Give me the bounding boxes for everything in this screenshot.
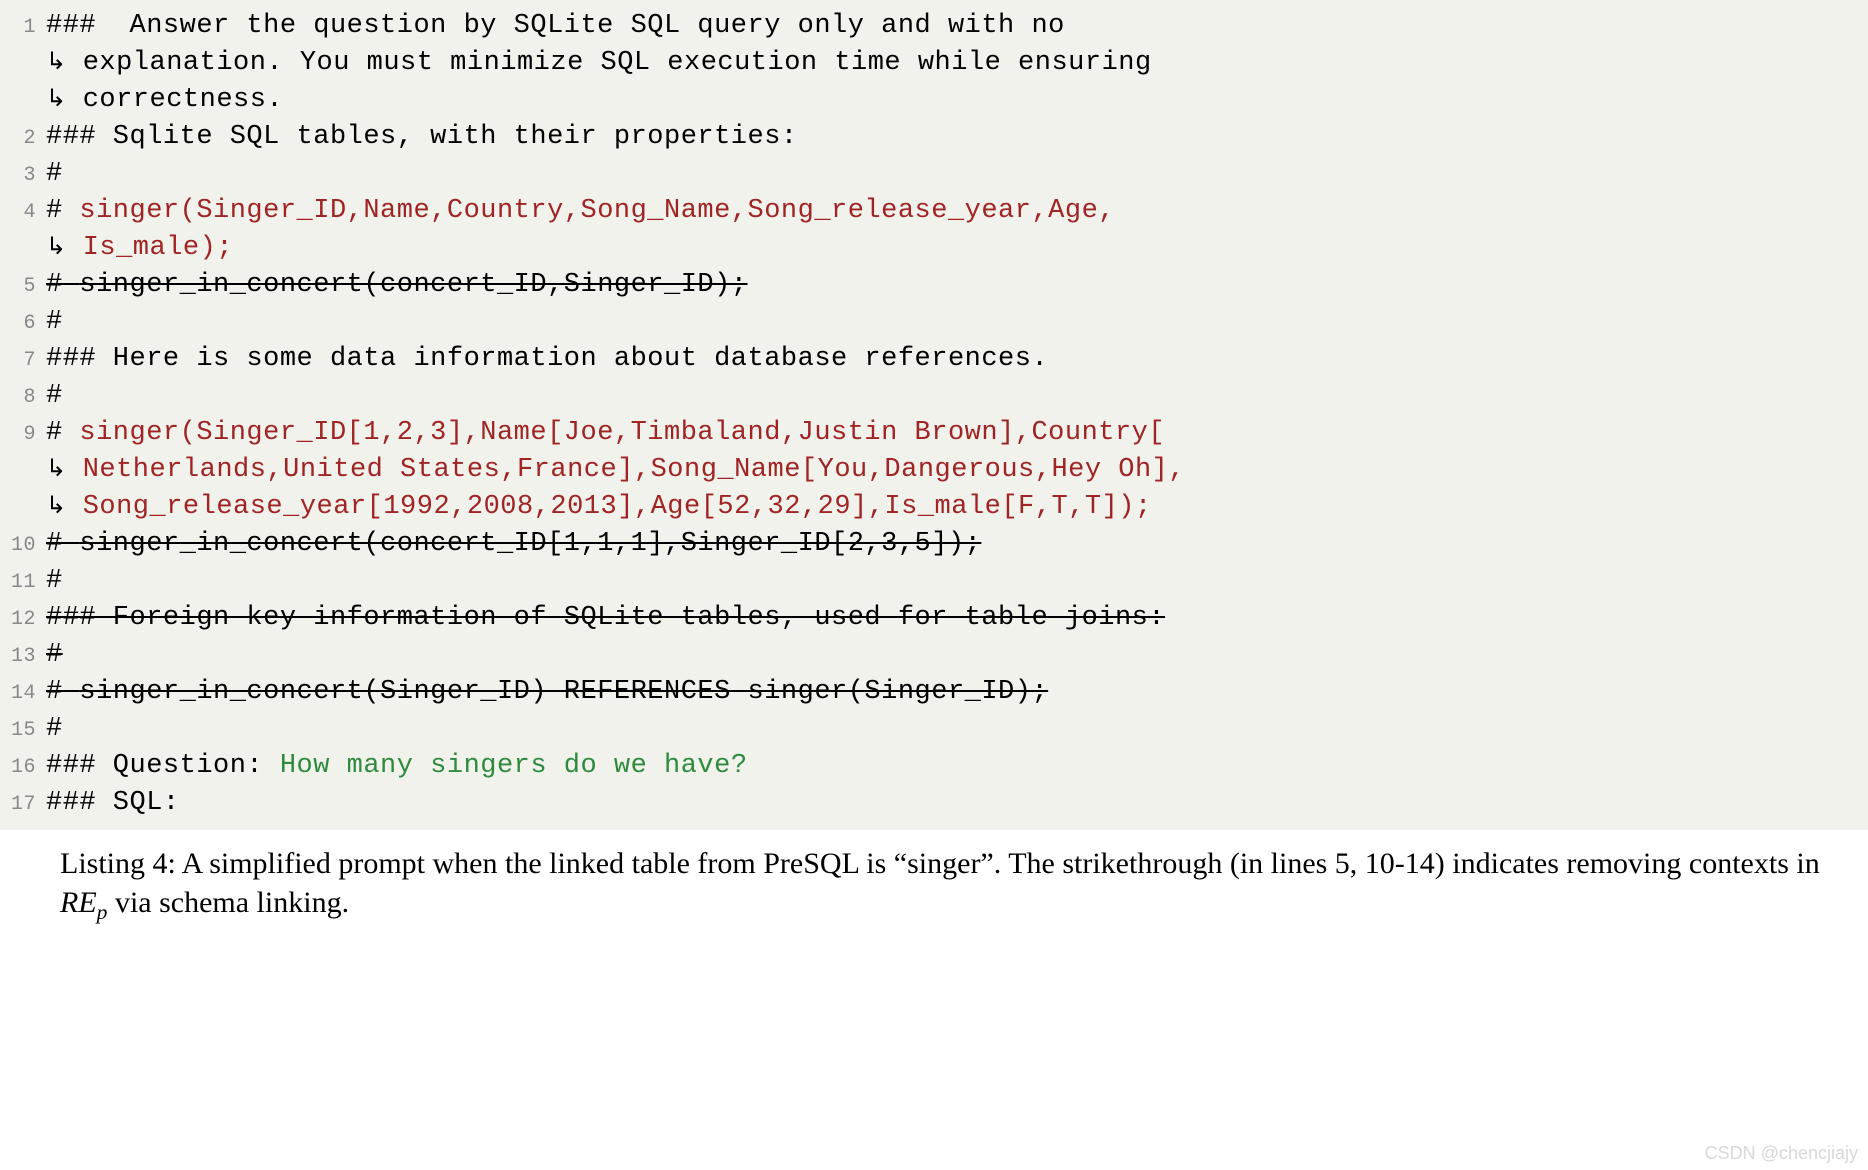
line-number: 2 [2, 125, 40, 152]
code-text: ### Foreign key information of SQLite ta… [40, 600, 1165, 637]
line-number: 3 [2, 162, 40, 189]
code-line-4: 4 # singer(Singer_ID,Name,Country,Song_N… [2, 193, 1860, 230]
code-text: # [40, 637, 63, 674]
code-text: # [40, 156, 63, 193]
line-number: 6 [2, 310, 40, 337]
code-text: ↳ explanation. You must minimize SQL exe… [40, 45, 1152, 82]
code-line-1-cont: ↳ explanation. You must minimize SQL exe… [2, 45, 1860, 82]
code-line-5: 5 # singer_in_concert(concert_ID,Singer_… [2, 267, 1860, 304]
code-line-13: 13 # [2, 637, 1860, 674]
code-text: ### SQL: [40, 785, 180, 822]
code-text: # [40, 711, 63, 748]
line-number: 5 [2, 273, 40, 300]
line-number: 8 [2, 384, 40, 411]
caption-text: Listing 4: A simplified prompt when the … [60, 847, 1820, 880]
code-text: # singer(Singer_ID,Name,Country,Song_Nam… [40, 193, 1115, 230]
line-number: 14 [2, 680, 40, 707]
line-number: 9 [2, 421, 40, 448]
code-line-10: 10 # singer_in_concert(concert_ID[1,1,1]… [2, 526, 1860, 563]
code-text: # singer(Singer_ID[1,2,3],Name[Joe,Timba… [40, 415, 1165, 452]
line-number: 7 [2, 347, 40, 374]
line-number: 10 [2, 532, 40, 559]
code-line-17: 17 ### SQL: [2, 785, 1860, 822]
code-line-1-cont: ↳ correctness. [2, 82, 1860, 119]
code-text: ### Here is some data information about … [40, 341, 1048, 378]
code-line-2: 2 ### Sqlite SQL tables, with their prop… [2, 119, 1860, 156]
code-text: ↳ Is_male); [40, 230, 233, 267]
code-line-9: 9 # singer(Singer_ID[1,2,3],Name[Joe,Tim… [2, 415, 1860, 452]
code-listing: 1 ### Answer the question by SQLite SQL … [0, 0, 1868, 830]
code-line-16: 16 ### Question: How many singers do we … [2, 748, 1860, 785]
line-number: 15 [2, 717, 40, 744]
code-text: # [40, 304, 63, 341]
code-line-1: 1 ### Answer the question by SQLite SQL … [2, 8, 1860, 45]
code-line-3: 3 # [2, 156, 1860, 193]
line-number: 16 [2, 754, 40, 781]
code-text: ↳ Netherlands,United States,France],Song… [40, 452, 1185, 489]
line-number: 4 [2, 199, 40, 226]
code-line-14: 14 # singer_in_concert(Singer_ID) REFERE… [2, 674, 1860, 711]
continuation-arrow-icon: ↳ [46, 490, 66, 523]
code-line-9-cont: ↳ Song_release_year[1992,2008,2013],Age[… [2, 489, 1860, 526]
continuation-arrow-icon: ↳ [46, 231, 66, 264]
math-subscript: p [97, 900, 108, 924]
code-text: # singer_in_concert(Singer_ID) REFERENCE… [40, 674, 1048, 711]
code-line-6: 6 # [2, 304, 1860, 341]
continuation-arrow-icon: ↳ [46, 46, 66, 79]
code-text: # [40, 378, 63, 415]
code-text: # singer_in_concert(concert_ID,Singer_ID… [40, 267, 748, 304]
line-number: 13 [2, 643, 40, 670]
code-line-8: 8 # [2, 378, 1860, 415]
code-text: ↳ correctness. [40, 82, 283, 119]
code-line-12: 12 ### Foreign key information of SQLite… [2, 600, 1860, 637]
code-line-15: 15 # [2, 711, 1860, 748]
code-line-9-cont: ↳ Netherlands,United States,France],Song… [2, 452, 1860, 489]
line-number: 11 [2, 569, 40, 596]
watermark-text: CSDN @chencjiajy [1705, 1143, 1858, 1164]
continuation-arrow-icon: ↳ [46, 453, 66, 486]
caption-suffix: via schema linking. [107, 886, 349, 919]
line-number: 17 [2, 791, 40, 818]
continuation-arrow-icon: ↳ [46, 83, 66, 116]
line-number: 12 [2, 606, 40, 633]
code-text: ### Question: How many singers do we hav… [40, 748, 748, 785]
code-text: ### Sqlite SQL tables, with their proper… [40, 119, 798, 156]
line-number: 1 [2, 14, 40, 41]
code-line-11: 11 # [2, 563, 1860, 600]
code-line-4-cont: ↳ Is_male); [2, 230, 1860, 267]
math-variable: RE [60, 886, 97, 919]
code-line-7: 7 ### Here is some data information abou… [2, 341, 1860, 378]
code-text: ↳ Song_release_year[1992,2008,2013],Age[… [40, 489, 1152, 526]
code-text: # [40, 563, 63, 600]
listing-caption: Listing 4: A simplified prompt when the … [0, 830, 1868, 933]
code-text: ### Answer the question by SQLite SQL qu… [40, 8, 1065, 45]
code-text: # singer_in_concert(concert_ID[1,1,1],Si… [40, 526, 981, 563]
